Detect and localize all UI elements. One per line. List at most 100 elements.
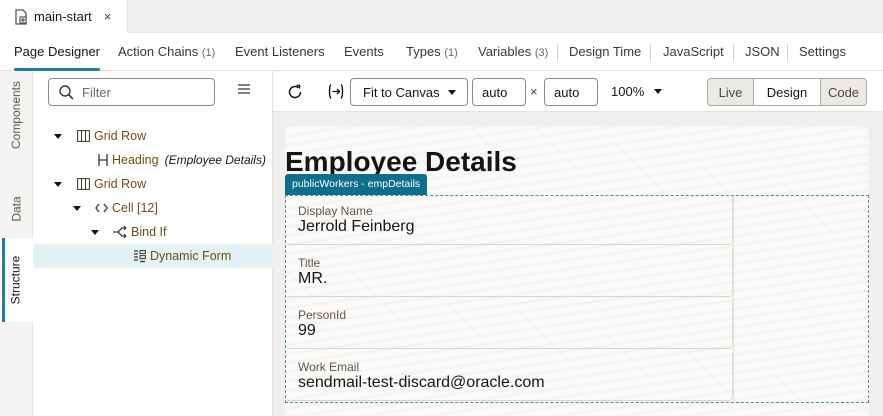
tree-item-grid-row[interactable]: Grid Row	[33, 172, 273, 196]
tab-design-time[interactable]: Design Time	[569, 33, 641, 71]
tab-events[interactable]: Events	[344, 33, 384, 71]
page-file-icon	[15, 8, 27, 25]
form-field-work-email[interactable]: Work Email sendmail-test-discard@oracle.…	[287, 352, 733, 401]
tab-count: (3)	[534, 47, 549, 59]
field-label: PersonId	[298, 308, 347, 322]
file-tab-strip: main-start ×	[0, 0, 883, 33]
tab-divider	[557, 44, 558, 61]
times-symbol: ×	[530, 84, 538, 99]
caret-down-icon[interactable]	[54, 133, 62, 139]
chevron-down-icon	[448, 90, 456, 95]
mode-label: Live	[718, 84, 743, 100]
tree-item-grid-row[interactable]: Grid Row	[33, 124, 273, 148]
design-canvas[interactable]: Employee Details publicWorkers - empDeta…	[273, 112, 883, 416]
expression-icon[interactable]	[328, 83, 344, 100]
file-tab-main-start[interactable]: main-start ×	[0, 0, 128, 33]
canvas-height-input[interactable]: auto	[544, 78, 598, 106]
tab-page-designer[interactable]: Page Designer	[14, 33, 100, 71]
tab-javascript[interactable]: JavaScript	[663, 33, 724, 71]
fit-to-canvas-select[interactable]: Fit to Canvas	[350, 78, 468, 106]
canvas-height-value: auto	[554, 84, 580, 100]
tree-item-label: Grid Row	[94, 177, 147, 191]
tab-settings[interactable]: Settings	[799, 33, 846, 71]
page-preview[interactable]: Employee Details publicWorkers - empDeta…	[285, 126, 869, 416]
tree-item-dynamic-form[interactable]: Dynamic Form	[33, 244, 273, 268]
mode-live-button[interactable]: Live	[707, 78, 754, 106]
tree-item-heading[interactable]: Heading (Employee Details)	[33, 148, 273, 172]
field-label: Work Email	[298, 360, 360, 374]
refresh-icon[interactable]	[287, 84, 303, 100]
side-tabs: Components Data Structure	[0, 71, 33, 416]
field-value: Jerrold Feinberg	[298, 218, 415, 235]
side-tab-label: Components	[9, 80, 24, 150]
dynamic-form[interactable]: Display Name Jerrold Feinberg Title MR. …	[285, 195, 869, 403]
tab-divider	[733, 44, 734, 61]
canvas-width-input[interactable]: auto	[472, 78, 526, 106]
tab-label: JavaScript	[663, 44, 724, 59]
tree-item-label: Heading	[112, 153, 159, 167]
tab-count: (1)	[201, 47, 216, 59]
mode-design-button[interactable]: Design	[753, 78, 821, 106]
tab-label: Variables	[478, 44, 532, 59]
tab-types[interactable]: Types (1)	[406, 33, 458, 71]
grid-row-icon	[77, 130, 90, 142]
field-label: Title	[298, 256, 321, 270]
bind-if-icon	[113, 226, 127, 238]
field-value: 99	[298, 322, 316, 339]
form-field-display-name[interactable]: Display Name Jerrold Feinberg	[287, 196, 733, 245]
zoom-select[interactable]: 100%	[611, 84, 644, 99]
tab-label: Design Time	[569, 44, 642, 59]
side-tab-label: Structure	[8, 255, 23, 305]
grid-row-icon	[77, 178, 90, 190]
heading-icon	[98, 154, 108, 166]
search-icon	[59, 84, 74, 100]
close-icon[interactable]: ×	[104, 9, 112, 24]
canvas-toolbar: Fit to Canvas auto × auto 100% Live Desi…	[273, 71, 883, 112]
tab-label: Action Chains	[118, 44, 199, 59]
form-field-person-id[interactable]: PersonId 99	[287, 300, 733, 349]
side-tab-structure[interactable]: Structure	[0, 238, 33, 322]
tab-event-listeners[interactable]: Event Listeners	[235, 33, 325, 71]
tree-item-description: (Employee Details)	[164, 153, 266, 167]
caret-down-icon[interactable]	[73, 205, 81, 211]
caret-down-icon[interactable]	[91, 229, 99, 235]
tree-item-cell[interactable]: Cell [12]	[33, 196, 273, 220]
chevron-down-icon[interactable]	[654, 89, 662, 94]
code-icon	[95, 203, 108, 213]
mode-code-button[interactable]: Code	[820, 78, 867, 106]
field-value: MR.	[298, 270, 328, 287]
menu-icon[interactable]	[238, 84, 250, 94]
filter-field[interactable]	[48, 78, 215, 106]
tab-label: Page Designer	[14, 44, 100, 59]
fit-to-canvas-value: Fit to Canvas	[363, 84, 440, 100]
designer-tabs: Page Designer Action Chains (1) Event Li…	[0, 33, 883, 71]
tab-label: Events	[344, 44, 384, 59]
field-value: sendmail-test-discard@oracle.com	[298, 374, 545, 391]
field-label: Display Name	[298, 204, 373, 218]
component-binding-chip[interactable]: publicWorkers - empDetails	[285, 174, 428, 195]
tab-variables[interactable]: Variables (3)	[478, 33, 548, 71]
tree-item-label: Bind If	[131, 225, 167, 239]
tab-label: Event Listeners	[235, 44, 325, 59]
tab-action-chains[interactable]: Action Chains (1)	[118, 33, 215, 71]
caret-down-icon[interactable]	[54, 181, 62, 187]
tree-item-label: Cell [12]	[112, 201, 158, 215]
structure-panel: Grid Row Heading (Employee Details) Grid…	[33, 71, 273, 416]
canvas-width-value: auto	[482, 84, 508, 100]
form-icon	[134, 249, 146, 262]
side-tab-label: Data	[9, 196, 24, 222]
tree-item-label: Dynamic Form	[150, 249, 232, 263]
mode-label: Code	[827, 84, 860, 100]
tab-label: JSON	[745, 44, 780, 59]
tab-json[interactable]: JSON	[745, 33, 780, 71]
side-tab-data[interactable]: Data	[0, 174, 33, 244]
side-tab-components[interactable]: Components	[0, 71, 33, 159]
filter-input[interactable]	[82, 84, 202, 100]
column-divider	[733, 196, 734, 402]
tab-count: (1)	[444, 47, 458, 59]
tab-divider	[787, 44, 788, 61]
mode-label: Design	[766, 84, 808, 100]
form-field-title[interactable]: Title MR.	[287, 248, 733, 297]
tree-item-bind-if[interactable]: Bind If	[33, 220, 273, 244]
file-tab-label: main-start	[34, 9, 92, 24]
